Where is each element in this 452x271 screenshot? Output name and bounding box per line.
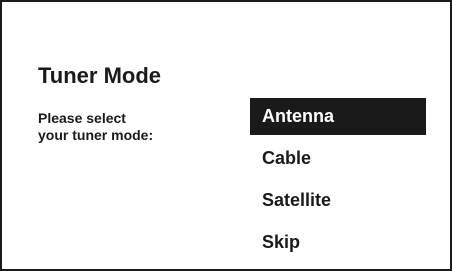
dialog-title: Tuner Mode (38, 63, 162, 88)
tuner-mode-options: Antenna Cable Satellite Skip (250, 98, 426, 266)
option-skip[interactable]: Skip (250, 224, 426, 261)
option-antenna[interactable]: Antenna (250, 98, 426, 135)
tuner-mode-dialog: Tuner Mode Please select your tuner mode… (0, 0, 452, 271)
prompt-text: Please select your tuner mode: (38, 110, 218, 144)
option-cable[interactable]: Cable (250, 140, 426, 177)
prompt-line-2: your tuner mode: (38, 127, 154, 143)
prompt-line-1: Please select (38, 110, 126, 126)
option-satellite[interactable]: Satellite (250, 182, 426, 219)
